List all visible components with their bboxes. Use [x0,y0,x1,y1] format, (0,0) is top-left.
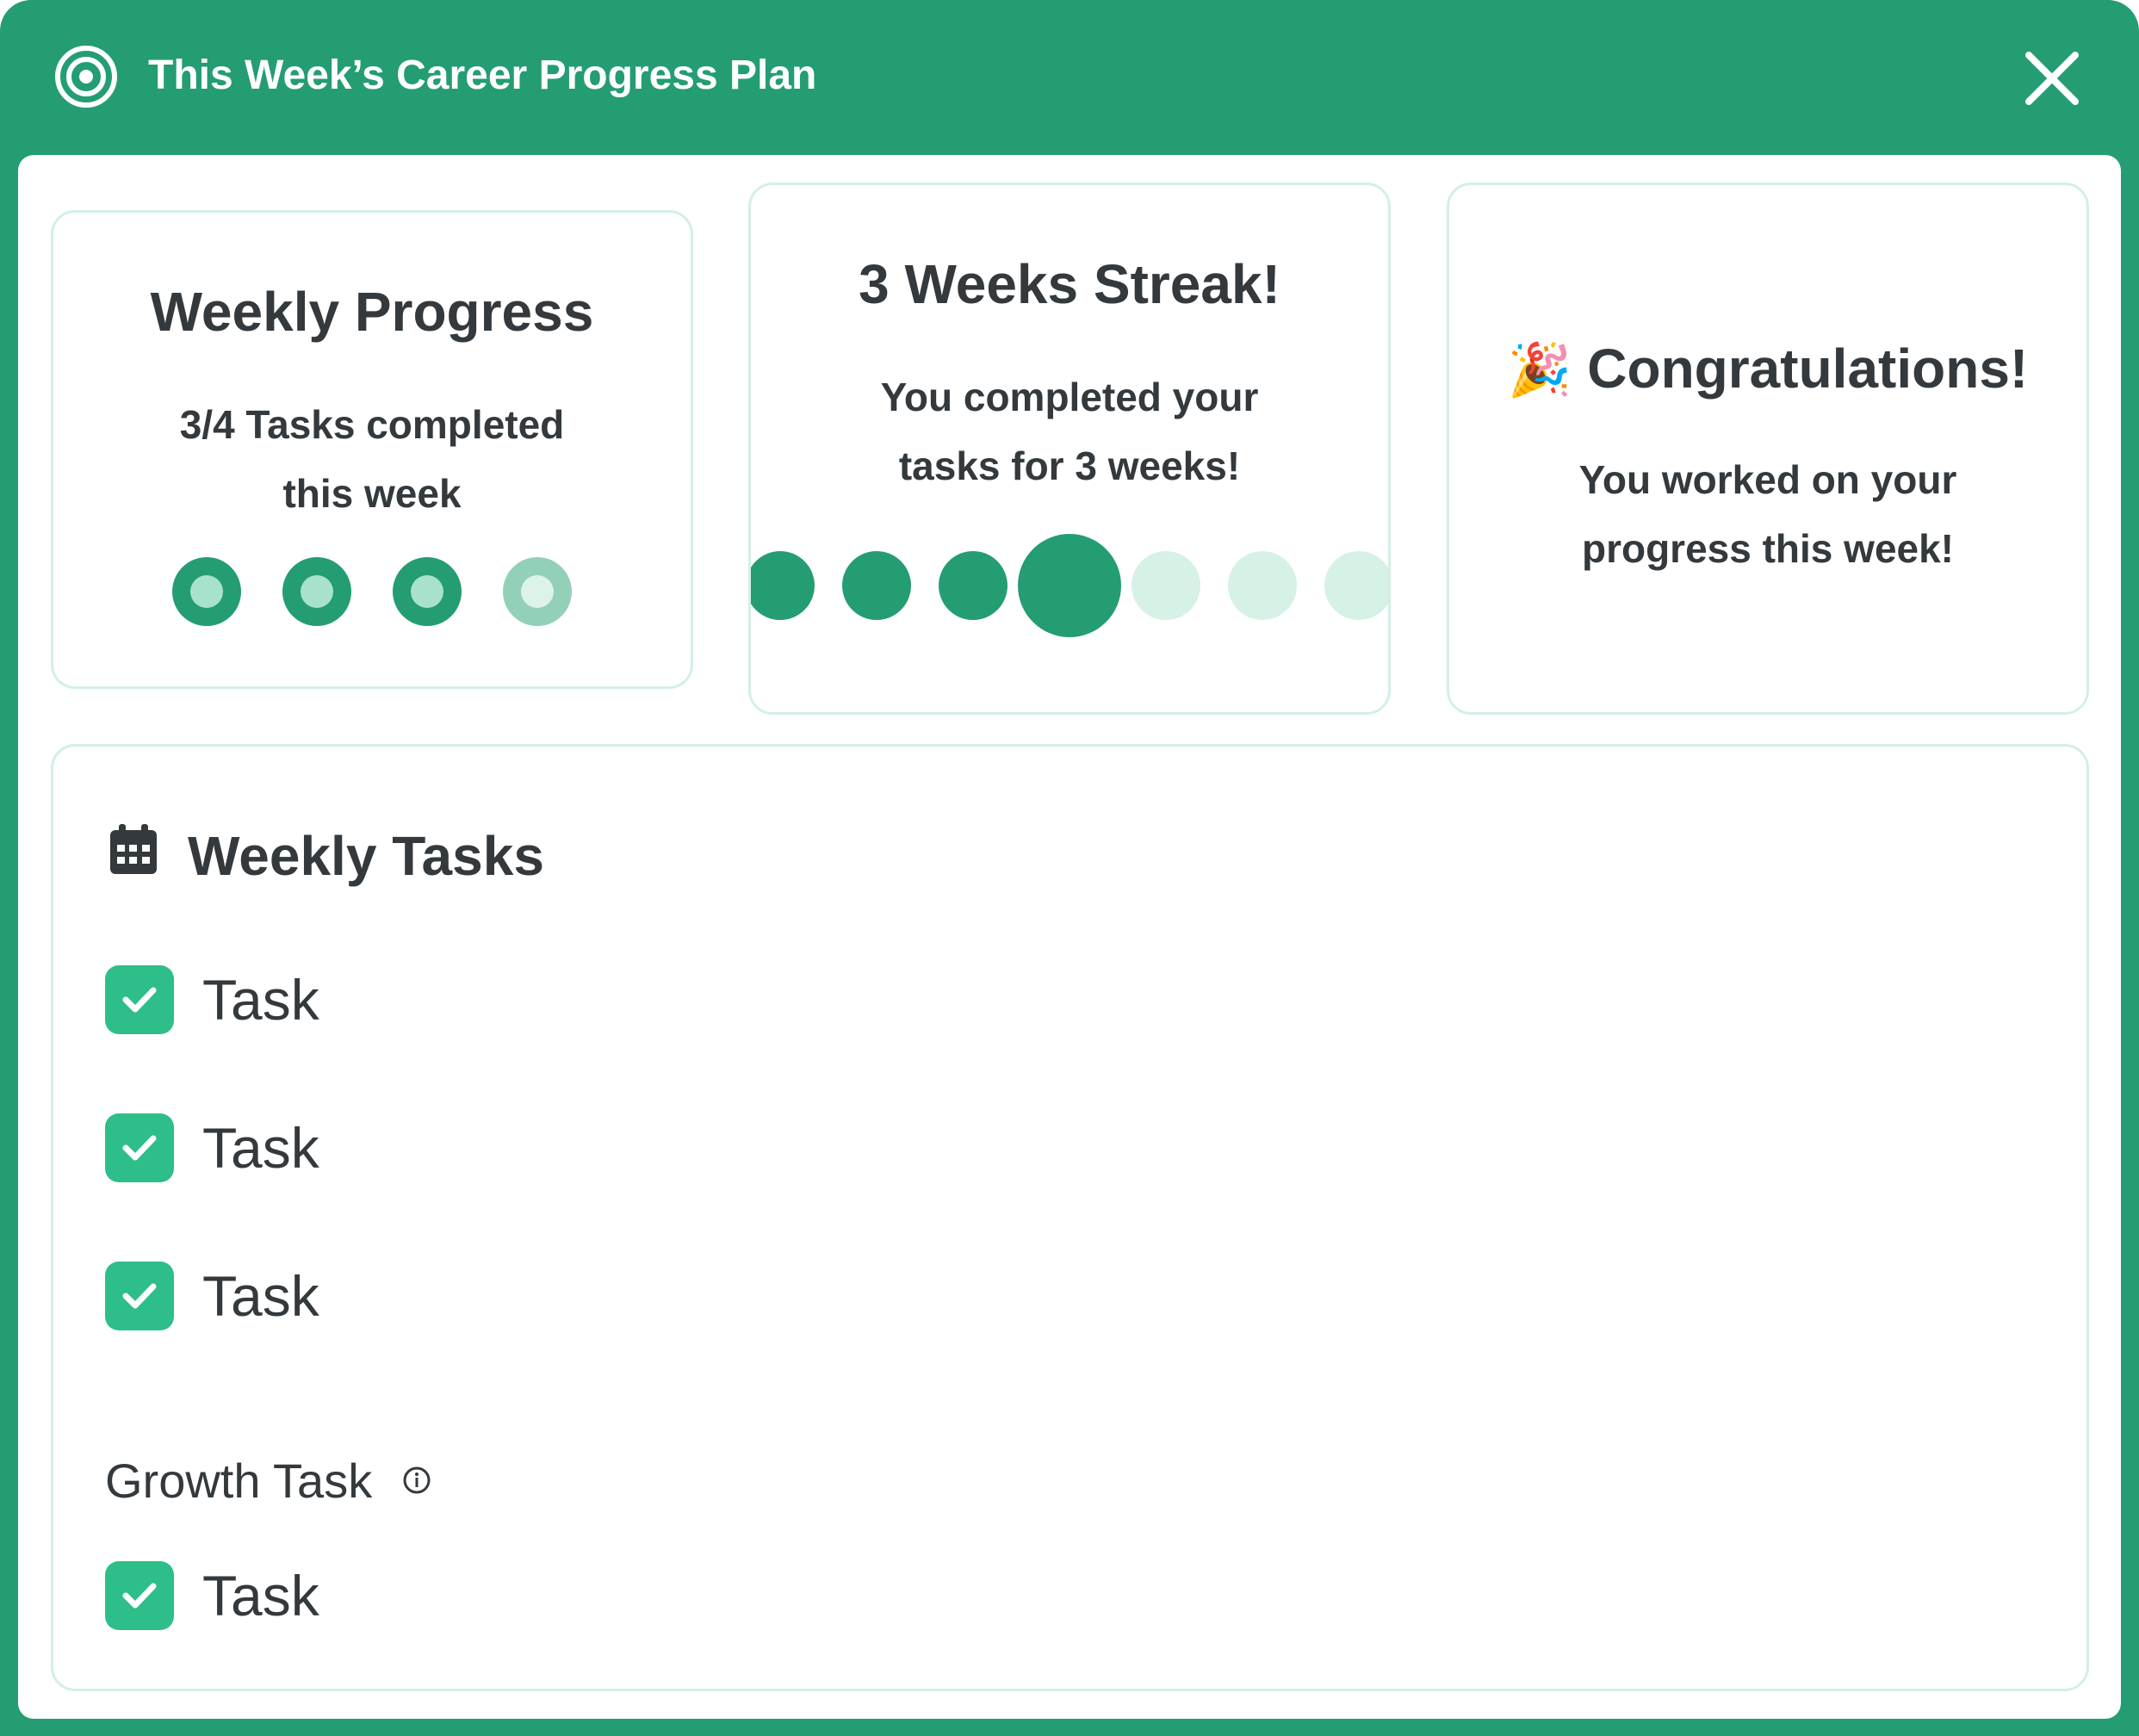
checkmark-icon [122,1583,157,1609]
task-label: Task [202,1116,319,1180]
task-checkbox[interactable] [105,1113,174,1182]
congrats-card: 🎉 Congratulations! You worked on your pr… [1447,183,2089,715]
progress-dot-pending [503,557,572,626]
streak-dots [751,530,1388,642]
congrats-title: Congratulations! [1587,338,2029,400]
calendar-icon [110,824,157,874]
streak-text: You completed your tasks for 3 weeks! [751,363,1388,500]
weekly-progress-card: Weekly Progress 3/4 Tasks completed this… [51,210,693,689]
streak-dot-upcoming [1132,551,1200,620]
streak-dot-complete [842,551,911,620]
checkmark-icon [122,1135,157,1161]
weekly-progress-text: 3/4 Tasks completed this week [53,390,691,528]
streak-dot-upcoming [1324,551,1388,620]
task-checkbox[interactable] [105,965,174,1034]
task-label: Task [202,968,319,1032]
target-icon [55,46,117,108]
weekly-progress-line1: 3/4 Tasks completed [179,402,565,447]
task-checkbox[interactable] [105,1561,174,1630]
growth-task-item[interactable]: Task [105,1559,794,1632]
progress-dot-complete [282,557,351,626]
streak-title: 3 Weeks Streak! [859,253,1280,315]
streak-card: 3 Weeks Streak! You completed your tasks… [748,183,1391,715]
congrats-title-row: 🎉 Congratulations! [1449,337,2086,400]
close-icon[interactable] [2022,48,2082,108]
streak-dot-complete [939,551,1008,620]
party-popper-icon: 🎉 [1507,341,1572,399]
window-title: This Week’s Career Progress Plan [148,53,817,98]
task-label: Task [202,1264,319,1328]
streak-dot-current [1018,534,1121,637]
congrats-line2: progress this week! [1581,526,1955,571]
congrats-line1: You worked on your [1578,457,1957,502]
checkmark-icon [122,987,157,1013]
weekly-progress-line2: this week [282,471,462,516]
streak-line2: tasks for 3 weeks! [898,443,1241,488]
dialog-window: This Week’s Career Progress Plan Weekly … [0,0,2139,1736]
streak-line1: You completed your [880,375,1259,419]
task-checkbox[interactable] [105,1262,174,1330]
streak-dot-upcoming [1228,551,1297,620]
task-item[interactable]: Task [105,1112,794,1184]
streak-dot-complete [751,551,815,620]
title-bar: This Week’s Career Progress Plan [0,0,2139,155]
weekly-tasks-title: Weekly Tasks [188,825,544,887]
progress-dot-complete [172,557,241,626]
dialog-content: Weekly Progress 3/4 Tasks completed this… [18,155,2121,1719]
weekly-progress-title: Weekly Progress [150,281,594,343]
progress-dot-complete [393,557,462,626]
task-item[interactable]: Task [105,964,794,1036]
progress-dots [53,557,691,626]
task-label: Task [202,1564,319,1628]
congrats-text: You worked on your progress this week! [1449,445,2086,583]
info-icon[interactable] [402,1466,431,1495]
checkmark-icon [122,1283,157,1309]
growth-task-label: Growth Task [105,1454,373,1508]
weekly-tasks-panel: Weekly Tasks Task Task Task Growth Task … [51,744,2089,1691]
task-item[interactable]: Task [105,1260,794,1332]
